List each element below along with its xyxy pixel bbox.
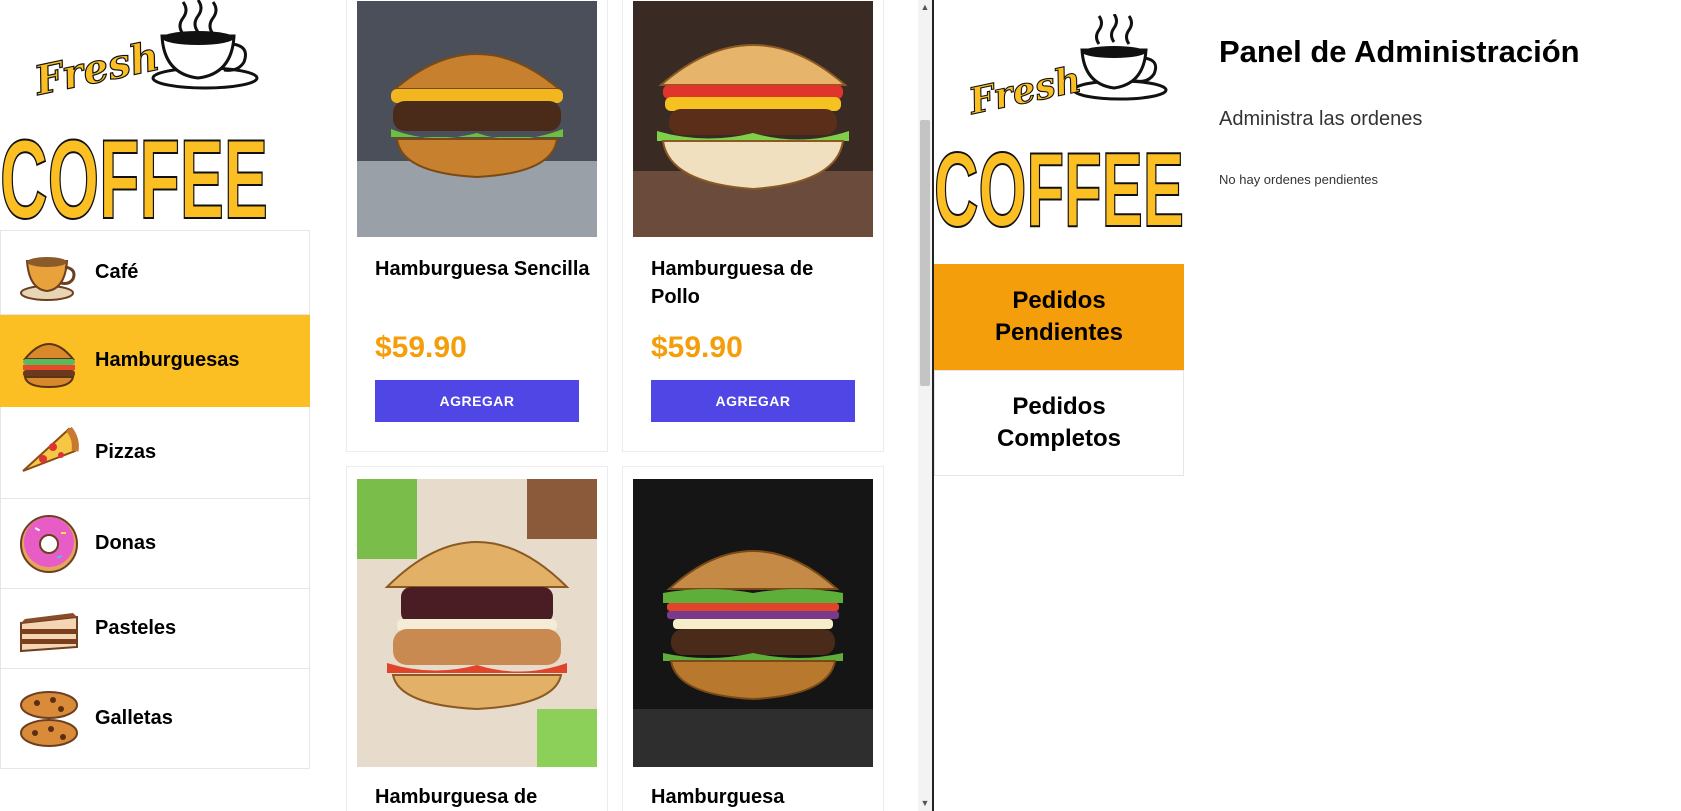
nav-pedidos-pendientes[interactable]: Pedidos Pendientes xyxy=(934,264,1184,370)
product-name: Hamburguesa xyxy=(651,786,785,808)
coffee-cup-icon xyxy=(20,256,76,301)
category-item-hamburguesas[interactable]: Hamburguesas xyxy=(0,315,310,407)
vertical-scrollbar[interactable]: ▲ ▼ xyxy=(918,0,932,811)
product-price: $59.90 xyxy=(375,331,467,364)
admin-sidebar-nav: Pedidos Pendientes Pedidos Completos xyxy=(934,264,1184,476)
product-image xyxy=(633,479,873,767)
product-price: $59.90 xyxy=(651,331,743,364)
category-label: Donas xyxy=(95,532,157,554)
product-image xyxy=(633,1,873,237)
product-card: Hamburguesa de Pollo $59.90 AGREGAR xyxy=(622,0,884,452)
category-label: Pizzas xyxy=(95,441,157,463)
category-label: Hamburguesas xyxy=(95,349,240,371)
scroll-down-arrow-icon[interactable]: ▼ xyxy=(920,798,930,808)
logo-coffee-text: COFFEE xyxy=(0,117,268,228)
product-card: Hamburguesa xyxy=(622,466,884,811)
product-card: Hamburguesa de xyxy=(346,466,608,811)
cookies-icon xyxy=(20,690,78,747)
scroll-up-arrow-icon[interactable]: ▲ xyxy=(920,2,930,12)
nav-pedidos-completos[interactable]: Pedidos Completos xyxy=(934,370,1184,476)
category-label: Café xyxy=(95,261,139,283)
cake-slice-icon xyxy=(20,612,78,652)
page-title: Panel de Administración xyxy=(1219,34,1580,69)
nav-label: Pedidos Completos xyxy=(996,393,1121,452)
product-image xyxy=(357,1,597,237)
product-name: Hamburguesa de xyxy=(375,786,538,808)
fresh-coffee-logo: Fresh COFFEE xyxy=(933,13,1186,250)
product-name: Hamburguesa Sencilla xyxy=(375,258,590,280)
category-item-galletas[interactable]: Galletas xyxy=(0,669,310,769)
logo-fresh-text: Fresh xyxy=(964,58,1084,123)
category-sidebar: Café Hamburguesas Pizzas Donas Pasteles … xyxy=(0,230,310,769)
logo-coffee-text: COFFEE xyxy=(934,131,1184,234)
kiosk-app: Fresh COFFEE Café Hamburguesas Pizzas Do… xyxy=(0,0,904,811)
admin-app: Fresh COFFEE Panel de Administración Adm… xyxy=(933,0,1681,811)
donut-icon xyxy=(20,514,78,573)
product-name: Hamburguesa de Pollo xyxy=(651,258,814,308)
scrollbar-thumb[interactable] xyxy=(920,120,930,386)
add-to-order-button[interactable]: AGREGAR xyxy=(375,380,579,422)
logo-fresh-text: Fresh xyxy=(30,33,164,105)
empty-orders-message: No hay ordenes pendientes xyxy=(1219,172,1379,187)
product-card: Hamburguesa Sencilla $59.90 AGREGAR xyxy=(346,0,608,452)
category-item-donas[interactable]: Donas xyxy=(0,499,310,589)
burger-icon xyxy=(22,342,76,388)
category-label: Pasteles xyxy=(95,617,177,639)
category-item-cafe[interactable]: Café xyxy=(0,230,310,315)
category-item-pasteles[interactable]: Pasteles xyxy=(0,589,310,669)
product-image xyxy=(357,479,597,767)
page-subtitle: Administra las ordenes xyxy=(1219,108,1423,130)
add-to-order-button[interactable]: AGREGAR xyxy=(651,380,855,422)
nav-label: Pedidos Pendientes xyxy=(994,287,1124,346)
fresh-coffee-logo: Fresh COFFEE xyxy=(0,0,270,228)
pizza-slice-icon xyxy=(22,426,79,472)
category-label: Galletas xyxy=(95,707,173,729)
category-item-pizzas[interactable]: Pizzas xyxy=(0,407,310,499)
